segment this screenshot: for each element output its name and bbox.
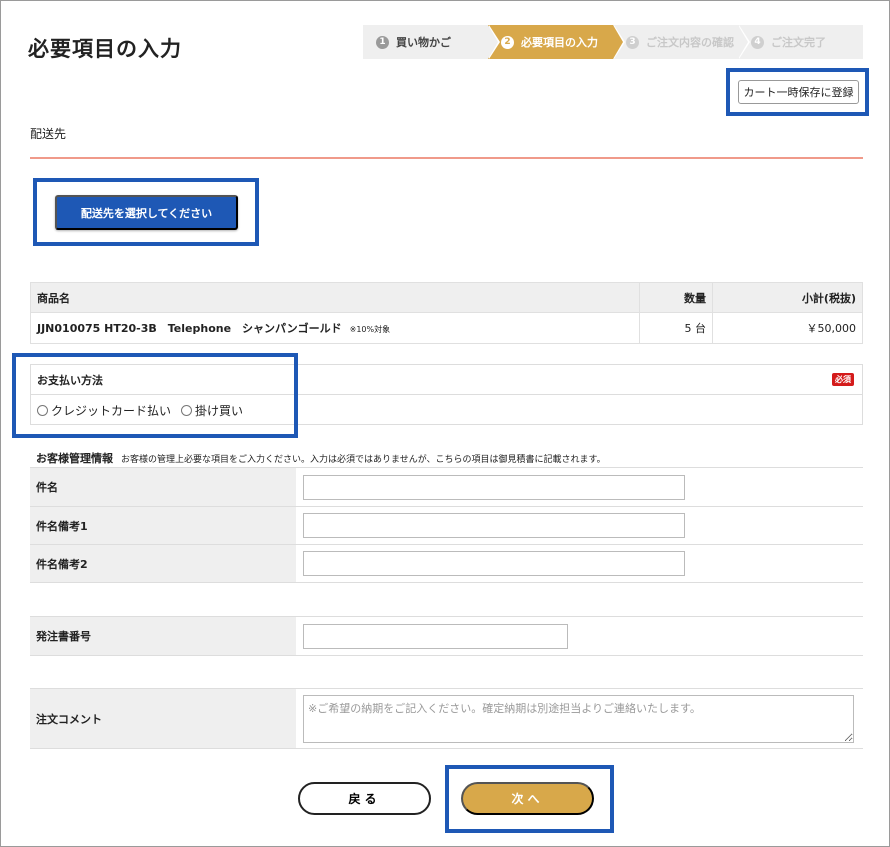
checkout-steps: 1 買い物かご 2 必要項目の入力 3 ご注文内容の確認 4 ご注文完了 bbox=[363, 25, 863, 59]
subject-note1-input[interactable] bbox=[303, 513, 685, 538]
required-badge: 必須 bbox=[832, 373, 854, 386]
section-divider bbox=[30, 157, 863, 159]
step-number: 3 bbox=[626, 35, 639, 49]
customer-info-title: お客様管理情報 bbox=[36, 452, 113, 465]
form-row-po-number: 発注書番号 bbox=[30, 616, 863, 655]
column-header-qty: 数量 bbox=[639, 282, 713, 313]
field-label: 注文コメント bbox=[30, 689, 296, 748]
form-row-subject-note2: 件名備考2 bbox=[30, 544, 863, 582]
field-label: 件名 bbox=[30, 468, 296, 506]
column-header-name: 商品名 bbox=[30, 282, 640, 313]
step-number: 1 bbox=[376, 35, 389, 49]
row-divider bbox=[30, 655, 863, 656]
column-header-subtotal: 小計(税抜) bbox=[712, 282, 863, 313]
page-title: 必要項目の入力 bbox=[28, 37, 182, 61]
po-number-input[interactable] bbox=[303, 623, 568, 649]
form-row-subject-note1: 件名備考1 bbox=[30, 506, 863, 544]
field-label: 件名備考1 bbox=[30, 507, 296, 544]
row-divider bbox=[30, 748, 863, 749]
product-name-cell: JJN010075 HT20-3B Telephone シャンパンゴールド ※10… bbox=[30, 312, 640, 344]
step-label: 必要項目の入力 bbox=[521, 36, 598, 49]
customer-info-header: お客様管理情報 お客様の管理上必要な項目をご入力ください。入力は必須ではありません… bbox=[36, 450, 606, 466]
next-button[interactable]: 次へ bbox=[461, 782, 594, 815]
select-shipping-button[interactable]: 配送先を選択してください bbox=[55, 195, 238, 230]
step-complete: 4 ご注文完了 bbox=[738, 25, 863, 59]
back-button[interactable]: 戻る bbox=[298, 782, 431, 815]
step-number: 4 bbox=[751, 35, 764, 49]
field-label: 件名備考2 bbox=[30, 545, 296, 582]
field-label: 発注書番号 bbox=[30, 617, 296, 655]
tax-note: ※10%対象 bbox=[349, 325, 391, 334]
step-label: ご注文完了 bbox=[771, 36, 826, 49]
form-row-comment: 注文コメント bbox=[30, 688, 863, 748]
step-cart: 1 買い物かご bbox=[363, 25, 500, 59]
step-input: 2 必要項目の入力 bbox=[488, 25, 625, 59]
product-qty: 5 台 bbox=[639, 312, 713, 344]
shipping-section-label: 配送先 bbox=[30, 127, 67, 141]
customer-info-description: お客様の管理上必要な項目をご入力ください。入力は必須ではありませんが、こちらの項… bbox=[121, 455, 606, 465]
step-confirm: 3 ご注文内容の確認 bbox=[613, 25, 750, 59]
subject-note2-input[interactable] bbox=[303, 551, 685, 576]
product-name: JJN010075 HT20-3B Telephone シャンパンゴールド bbox=[37, 322, 342, 335]
subject-input[interactable] bbox=[303, 474, 685, 500]
highlight-box bbox=[12, 353, 298, 438]
form-row-subject: 件名 bbox=[30, 467, 863, 506]
product-subtotal: ￥50,000 bbox=[712, 312, 863, 344]
step-label: 買い物かご bbox=[396, 36, 451, 49]
step-label: ご注文内容の確認 bbox=[646, 36, 734, 49]
step-number: 2 bbox=[501, 35, 514, 49]
row-divider bbox=[30, 582, 863, 583]
table-row: JJN010075 HT20-3B Telephone シャンパンゴールド ※10… bbox=[30, 312, 863, 344]
save-cart-button[interactable]: カート一時保存に登録 bbox=[738, 80, 859, 104]
order-comment-textarea[interactable] bbox=[303, 694, 854, 743]
product-table: 商品名 数量 小計(税抜) JJN010075 HT20-3B Telephon… bbox=[30, 282, 863, 344]
